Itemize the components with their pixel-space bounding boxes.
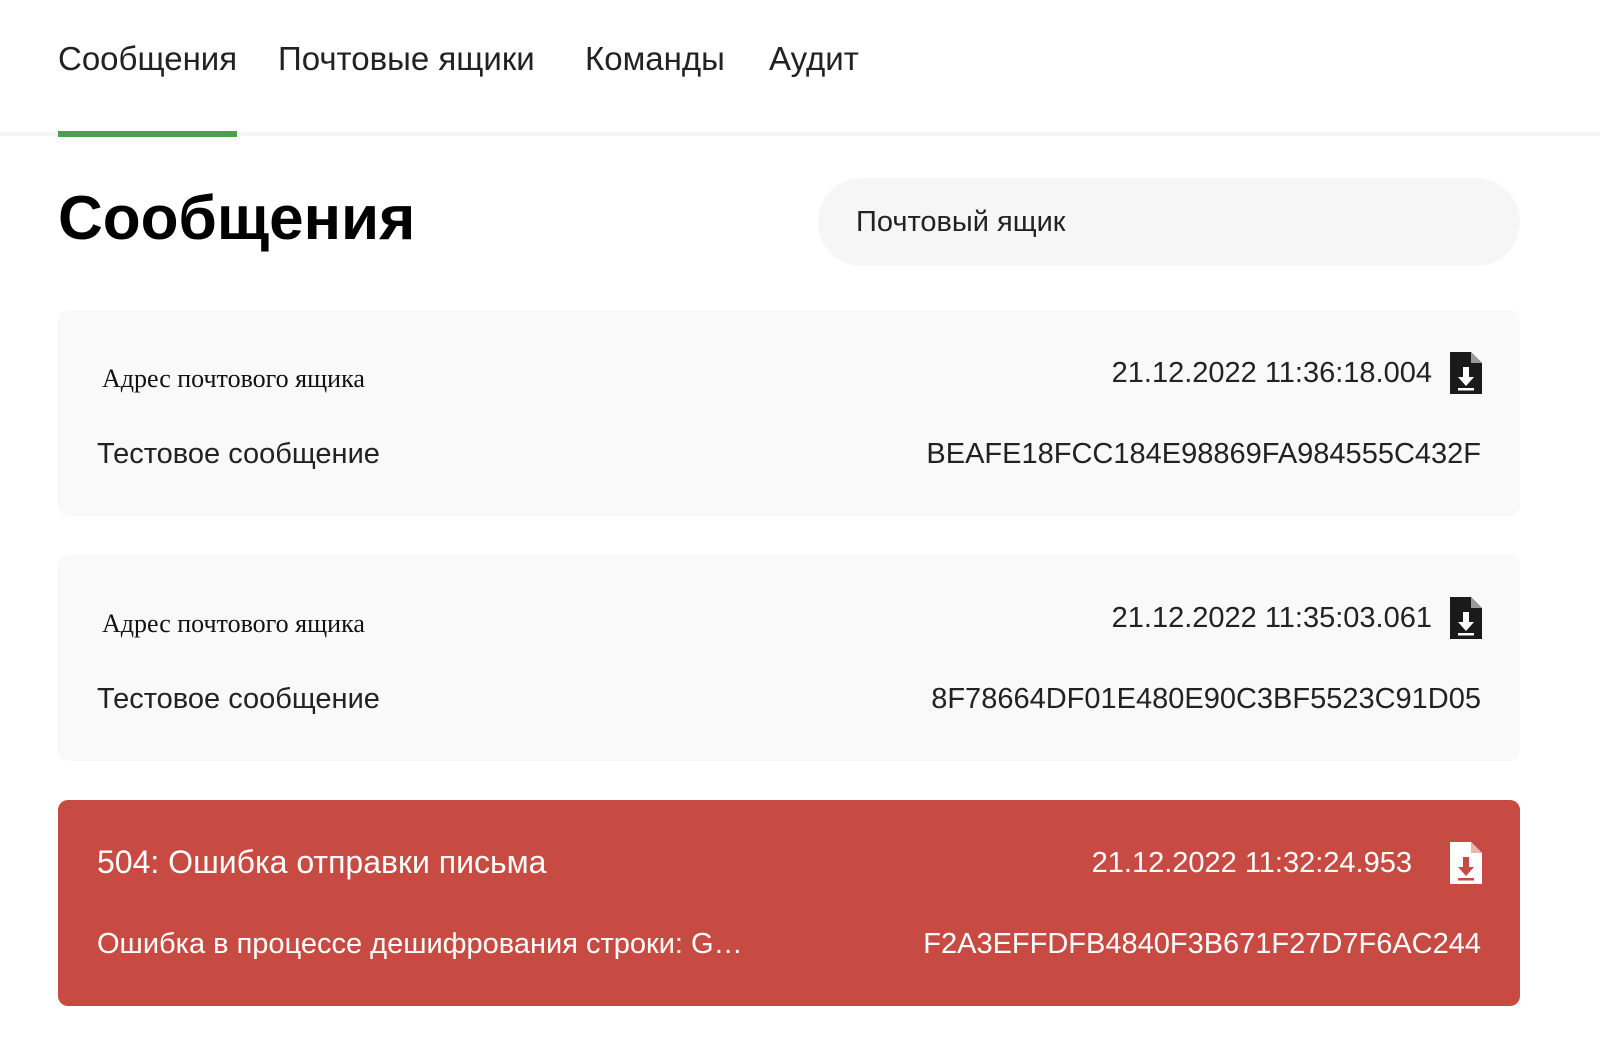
mailbox-filter-select[interactable]: Почтовый ящик xyxy=(818,178,1520,266)
message-card[interactable]: Адрес почтового ящика 21.12.2022 11:36:1… xyxy=(58,310,1520,516)
file-download-icon[interactable] xyxy=(1450,352,1482,394)
mailbox-address: Адрес почтового ящика xyxy=(102,364,365,393)
error-message-text: Ошибка в процессе дешифрования строки: G… xyxy=(97,928,743,960)
mailbox-filter-label: Почтовый ящик xyxy=(856,205,1066,238)
tab-audit[interactable]: Аудит xyxy=(769,40,859,78)
tab-mailboxes[interactable]: Почтовые ящики xyxy=(278,40,535,78)
mailbox-address: Адрес почтового ящика xyxy=(102,609,365,638)
message-subject: Тестовое сообщение xyxy=(97,683,380,715)
message-timestamp: 21.12.2022 11:36:18.004 xyxy=(1111,357,1432,389)
message-card[interactable]: Адрес почтового ящика 21.12.2022 11:35:0… xyxy=(58,555,1520,761)
file-download-icon[interactable] xyxy=(1450,597,1482,639)
file-download-icon[interactable] xyxy=(1450,842,1482,884)
message-timestamp: 21.12.2022 11:35:03.061 xyxy=(1111,602,1432,634)
message-id: 8F78664DF01E480E90C3BF5523C91D05 xyxy=(931,683,1481,715)
error-title: 504: Ошибка отправки письма xyxy=(97,844,547,880)
message-card-error[interactable]: 504: Ошибка отправки письма 21.12.2022 1… xyxy=(58,800,1520,1006)
message-id: BEAFE18FCC184E98869FA984555C432F xyxy=(926,438,1481,470)
page-title: Сообщения xyxy=(58,184,416,253)
message-id: F2A3EFFDFB4840F3B671F27D7F6AC244 xyxy=(923,928,1481,960)
message-subject: Тестовое сообщение xyxy=(97,438,380,470)
tab-commands[interactable]: Команды xyxy=(585,40,725,78)
tab-messages[interactable]: Сообщения xyxy=(58,40,238,137)
message-timestamp: 21.12.2022 11:32:24.953 xyxy=(1091,847,1412,879)
top-navigation: Сообщения Почтовые ящики Команды Аудит xyxy=(0,0,1600,137)
